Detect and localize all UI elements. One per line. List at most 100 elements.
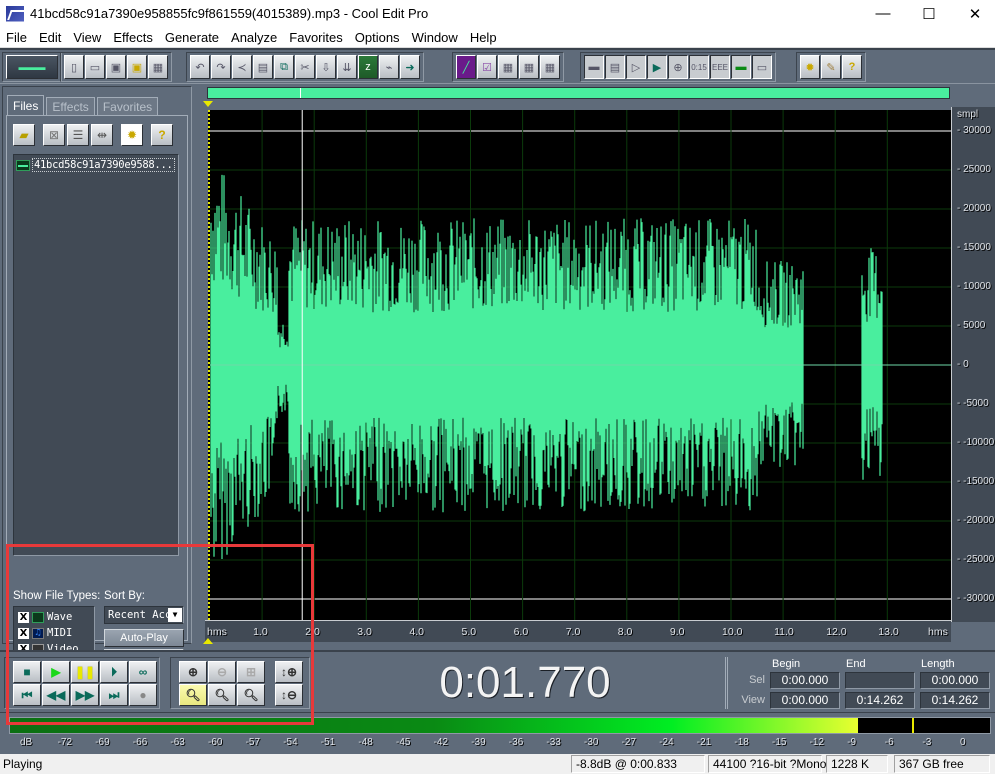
chevron-down-icon[interactable]: ▼ <box>168 608 182 622</box>
record-button[interactable]: ● <box>129 684 157 706</box>
repeat-last-button[interactable]: ≺ <box>232 55 252 79</box>
zoom-out-button[interactable]: ⊖ <box>208 661 236 683</box>
multitrack-toggle-button[interactable]: ▬▬▬ <box>6 55 58 79</box>
status-bar-button[interactable]: ▭ <box>752 55 772 79</box>
zoom-window-button[interactable]: ⊕ <box>668 55 688 79</box>
view-begin-field[interactable]: 0:00.000 <box>770 692 840 709</box>
save-as-button[interactable]: ▣ <box>127 55 147 79</box>
wave-checkbox[interactable]: X <box>18 611 29 623</box>
grid-icon: ▦ <box>523 61 535 74</box>
wave-label: Wave <box>47 611 73 623</box>
sel-length-field[interactable]: 0:00.000 <box>920 672 990 689</box>
pause-button[interactable]: ❚❚ <box>71 661 99 683</box>
view-length-field[interactable]: 0:14.262 <box>920 692 990 709</box>
menu-options[interactable]: Options <box>349 30 406 45</box>
zoom-in-vertical-button[interactable]: ↕⊕ <box>275 661 303 683</box>
zoom-full-button[interactable]: ⊞ <box>237 661 265 683</box>
check-button[interactable]: ☑ <box>477 55 497 79</box>
file-type-wave[interactable]: X Wave <box>18 611 72 623</box>
rewind-button[interactable]: ◀◀ <box>42 684 70 706</box>
copy-button[interactable]: ⧉ <box>274 55 294 79</box>
convert-button[interactable]: ➜ <box>400 55 420 79</box>
zoom-selection-button[interactable]: 🔍︎ <box>237 684 265 706</box>
zoom-out-vertical-button[interactable]: ↕⊖ <box>275 684 303 706</box>
select-view-button[interactable]: ▤ <box>253 55 273 79</box>
playhead-bottom-marker[interactable] <box>203 638 213 644</box>
tab-files[interactable]: Files <box>7 95 45 115</box>
close-file-button[interactable]: ⊠ <box>43 124 65 146</box>
new-file-button[interactable]: ▯ <box>64 55 84 79</box>
file-help-button[interactable]: ? <box>151 124 173 146</box>
level-meter-fill <box>10 718 858 733</box>
transport-window-button[interactable]: ▶ <box>647 55 667 79</box>
title-bar: 41bcd58c91a7390e958855fc9f861559(4015389… <box>0 0 995 27</box>
open-folder-button[interactable]: ▰ <box>13 124 35 146</box>
settings-button[interactable]: ✹ <box>800 55 820 79</box>
grid-button-3[interactable]: ▦ <box>540 55 560 79</box>
maximize-button[interactable]: ☐ <box>906 0 952 27</box>
menu-view[interactable]: View <box>67 30 107 45</box>
x-tick-label: 12.0 <box>826 626 847 638</box>
organizer-tabs: Files Effects Favorites <box>7 95 159 115</box>
spectral-view-button[interactable]: ╱ <box>456 55 476 79</box>
menu-edit[interactable]: Edit <box>33 30 67 45</box>
play-looped-button[interactable]: ⏵ <box>100 661 128 683</box>
sel-end-field[interactable] <box>845 672 915 689</box>
menu-analyze[interactable]: Analyze <box>225 30 283 45</box>
insert-playlist-button[interactable]: ⇹ <box>91 124 113 146</box>
stop-button[interactable]: ■ <box>13 661 41 683</box>
zoom-left-button[interactable]: 🔍︎ <box>179 684 207 706</box>
time-window-button[interactable]: 0:15 <box>689 55 709 79</box>
close-button[interactable]: ✕ <box>952 0 995 27</box>
menu-favorites[interactable]: Favorites <box>283 30 348 45</box>
overview-bar[interactable] <box>207 87 950 99</box>
undo-button[interactable]: ↶ <box>190 55 210 79</box>
help-button[interactable]: ? <box>842 55 862 79</box>
cut-button[interactable]: ✂ <box>295 55 315 79</box>
level-meter-button[interactable]: ▬ <box>731 55 751 79</box>
file-type-midi[interactable]: X ♫ MIDI <box>18 627 72 639</box>
minimize-button[interactable]: — <box>860 0 906 27</box>
auto-play-button[interactable]: Auto-Play <box>104 629 184 647</box>
tab-favorites[interactable]: Favorites <box>96 97 159 115</box>
close-file-button[interactable]: ▦ <box>148 55 168 79</box>
trim-button[interactable]: z <box>358 55 378 79</box>
open-file-button[interactable]: ▭ <box>85 55 105 79</box>
insert-multitrack-button[interactable]: ☰ <box>67 124 89 146</box>
zoom-in-button[interactable]: ⊕ <box>179 661 207 683</box>
time-ruler[interactable]: hms hms 1.0 2.0 3.0 4.0 5.0 6.0 7.0 8.0 9.0 10.0 1… <box>205 620 951 642</box>
grid-button-2[interactable]: ▦ <box>519 55 539 79</box>
script-button[interactable]: ✎ <box>821 55 841 79</box>
fast-forward-button[interactable]: ▶▶ <box>71 684 99 706</box>
play-button[interactable]: ▶ <box>42 661 70 683</box>
menu-file[interactable]: File <box>0 30 33 45</box>
menu-generate[interactable]: Generate <box>159 30 225 45</box>
go-to-start-button[interactable]: ⏮ <box>13 684 41 706</box>
paste-button[interactable]: ⇩ <box>316 55 336 79</box>
save-button[interactable]: ▣ <box>106 55 126 79</box>
file-settings-button[interactable]: ✹ <box>121 124 143 146</box>
levels-list-button[interactable]: EEE <box>710 55 730 79</box>
zoom-right-button[interactable]: 🔍︎ <box>208 684 236 706</box>
sel-begin-field[interactable]: 0:00.000 <box>770 672 840 689</box>
waveform-display[interactable] <box>208 110 951 620</box>
grid-button-1[interactable]: ▦ <box>498 55 518 79</box>
redo-button[interactable]: ↷ <box>211 55 231 79</box>
playhead-top-marker[interactable] <box>203 101 213 107</box>
midi-checkbox[interactable]: X <box>18 627 29 639</box>
playlist-button[interactable]: ▷ <box>626 55 646 79</box>
menu-help[interactable]: Help <box>464 30 503 45</box>
sort-by-select[interactable]: Recent Acc ▼ <box>104 606 184 624</box>
view-end-field[interactable]: 0:14.262 <box>845 692 915 709</box>
window-button[interactable]: ▬ <box>584 55 604 79</box>
file-list[interactable]: 41bcd58c91a7390e9588... <box>13 154 179 556</box>
menu-window[interactable]: Window <box>406 30 464 45</box>
file-list-item[interactable]: 41bcd58c91a7390e9588... <box>16 158 175 172</box>
menu-effects[interactable]: Effects <box>107 30 159 45</box>
paste-mix-button[interactable]: ⇊ <box>337 55 357 79</box>
silence-button[interactable]: ⌁ <box>379 55 399 79</box>
cue-list-button[interactable]: ▤ <box>605 55 625 79</box>
loop-button[interactable]: ∞ <box>129 661 157 683</box>
tab-effects[interactable]: Effects <box>46 97 95 115</box>
go-to-end-button[interactable]: ⏭ <box>100 684 128 706</box>
